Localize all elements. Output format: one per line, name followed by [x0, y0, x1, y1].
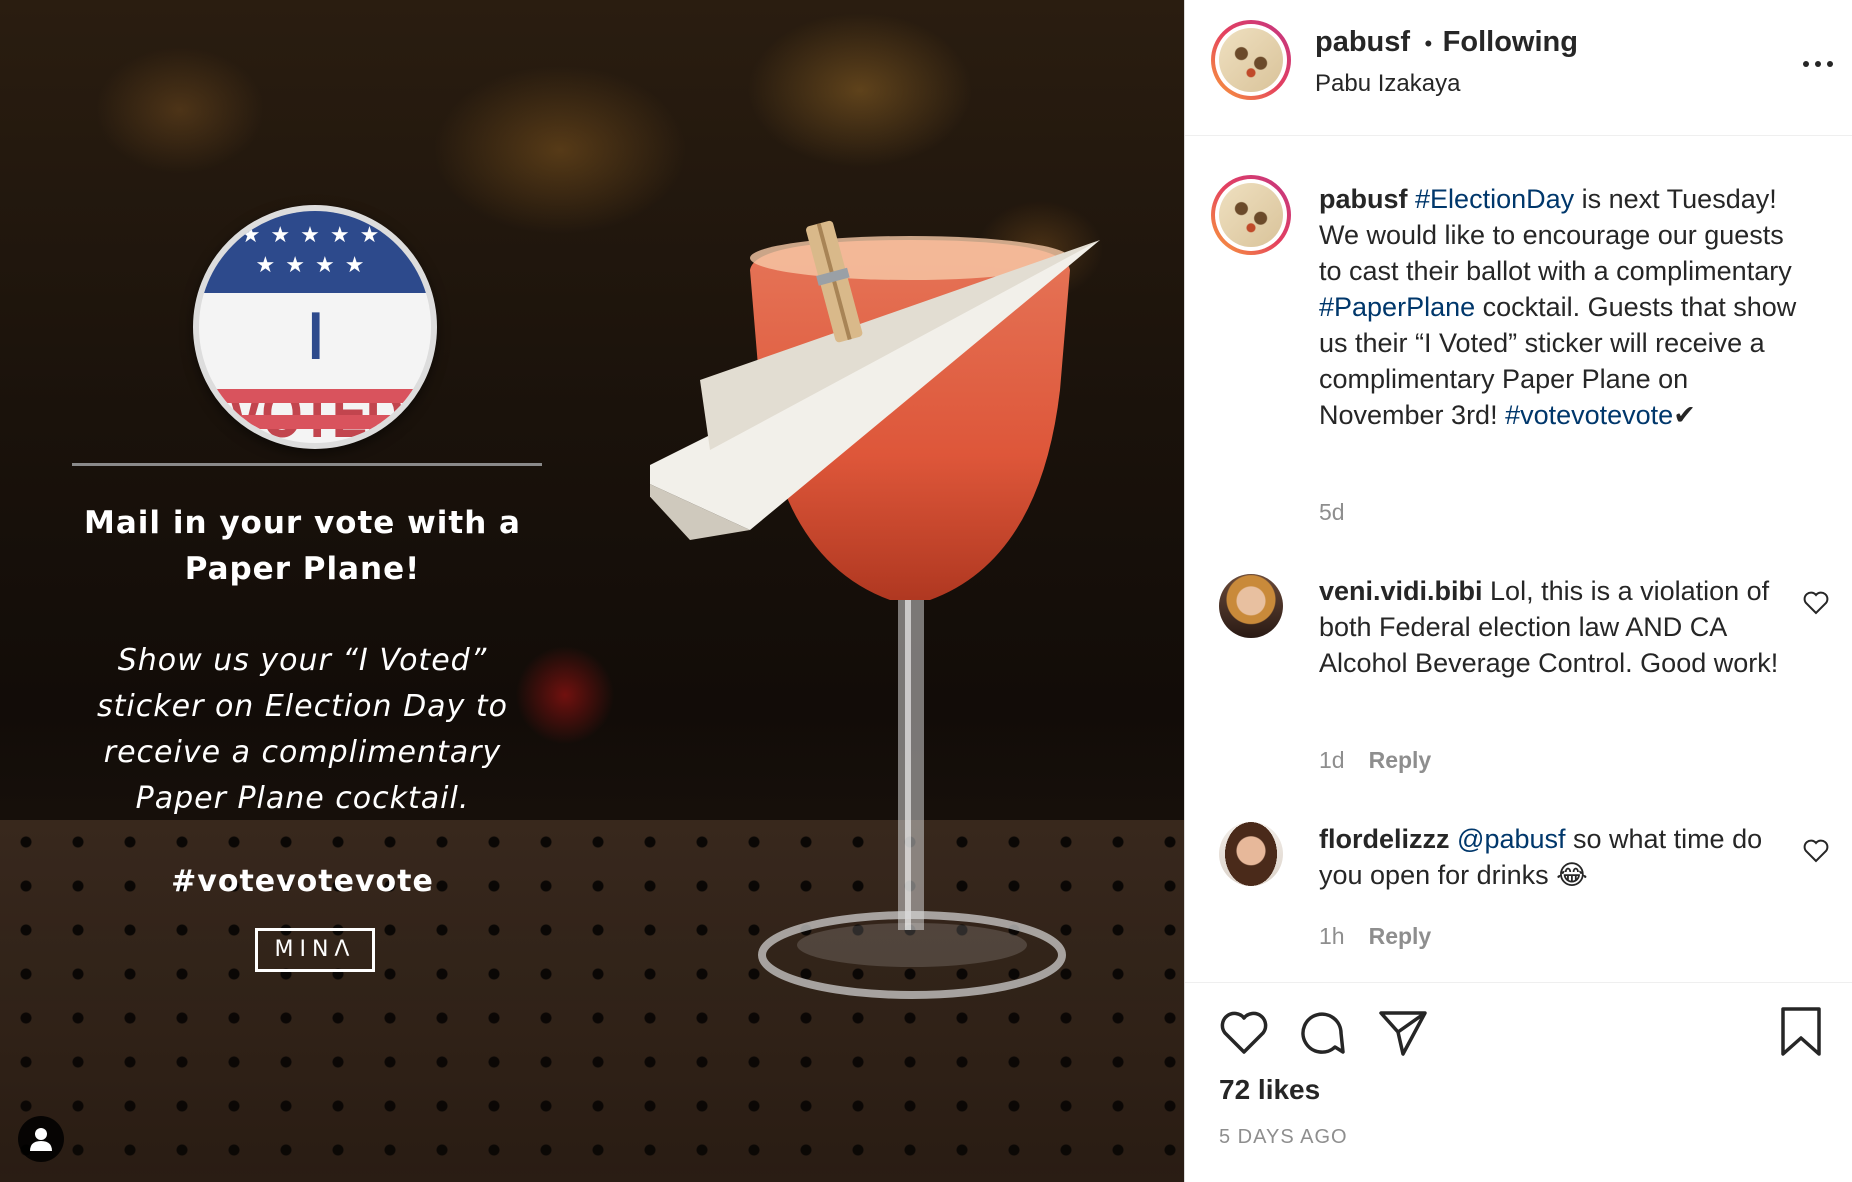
user-tag-button[interactable]	[18, 1116, 64, 1162]
hashtag-link[interactable]: #PaperPlane	[1319, 292, 1475, 322]
following-button[interactable]: Following	[1443, 26, 1578, 58]
image-body-text: Show us your “I Voted” sticker on Electi…	[97, 643, 508, 816]
like-comment-heart-icon[interactable]	[1803, 839, 1829, 863]
user-tag-icon	[30, 1128, 52, 1151]
post-caption: pabusf #ElectionDay is next Tuesday! We …	[1319, 181, 1809, 433]
caption-author-avatar[interactable]	[1211, 175, 1291, 255]
comments-section: pabusf #ElectionDay is next Tuesday! We …	[1185, 137, 1852, 983]
author-avatar[interactable]	[1211, 20, 1291, 100]
laughing-emoji: 😂	[1556, 860, 1588, 890]
comment: flordelizzz @pabusf so what time do you …	[1319, 821, 1809, 893]
reply-button[interactable]: Reply	[1369, 747, 1432, 773]
image-headline: Mail in your vote with a Paper Plane!	[84, 505, 521, 587]
caption-username[interactable]: pabusf	[1319, 184, 1408, 214]
share-icon[interactable]	[1377, 1008, 1429, 1058]
author-username[interactable]: pabusf	[1315, 26, 1410, 58]
like-comment-heart-icon[interactable]	[1803, 591, 1829, 615]
header-separator: •	[1424, 31, 1433, 56]
reply-button[interactable]: Reply	[1369, 923, 1432, 949]
sticker-stripe	[199, 415, 431, 429]
mina-logo: MINΛ	[255, 928, 375, 972]
post-side-panel: pabusf • Following Pabu Izakaya pabusf #…	[1184, 0, 1852, 1182]
bookmark-icon[interactable]	[1779, 1006, 1823, 1058]
hashtag-link[interactable]: #ElectionDay	[1415, 184, 1574, 214]
comment-age[interactable]: 1d	[1319, 747, 1345, 773]
heart-icon[interactable]	[1219, 1010, 1269, 1056]
comment-username[interactable]: flordelizzz	[1319, 824, 1450, 854]
hashtag-link[interactable]: #votevotevote	[1505, 400, 1673, 430]
post-location[interactable]: Pabu Izakaya	[1315, 70, 1460, 98]
comment-icon[interactable]	[1297, 1008, 1347, 1058]
comment-meta: 1d Reply	[1319, 747, 1431, 774]
commenter-avatar[interactable]	[1219, 822, 1283, 886]
cocktail-glass-illustration	[650, 220, 1100, 999]
image-hashtag: #votevotevote	[171, 864, 434, 899]
like-count[interactable]: 72 likes	[1219, 1074, 1320, 1106]
post-timestamp[interactable]: 5 DAYS AGO	[1219, 1126, 1348, 1149]
stars-band: ★★★★★ ★★★★	[199, 211, 431, 293]
comment-age[interactable]: 1h	[1319, 923, 1345, 949]
post-header: pabusf • Following Pabu Izakaya	[1185, 0, 1852, 136]
mention-link[interactable]: @pabusf	[1457, 824, 1565, 854]
more-options-icon[interactable]	[1793, 50, 1843, 78]
i-voted-sticker: ★★★★★ ★★★★ I VOTED	[193, 205, 437, 449]
check-emoji: ✔	[1673, 400, 1696, 430]
post-image[interactable]: ★★★★★ ★★★★ I VOTED Mail in your vote with…	[0, 0, 1184, 1182]
comment-meta: 1h Reply	[1319, 923, 1431, 950]
sticker-stripe	[199, 389, 431, 403]
caption-age[interactable]: 5d	[1319, 499, 1345, 526]
comment: veni.vidi.bibi Lol, this is a violation …	[1319, 573, 1809, 681]
comment-username[interactable]: veni.vidi.bibi	[1319, 576, 1483, 606]
image-divider	[72, 463, 542, 466]
commenter-avatar[interactable]	[1219, 574, 1283, 638]
post-actions: 72 likes 5 DAYS AGO	[1185, 984, 1852, 1182]
